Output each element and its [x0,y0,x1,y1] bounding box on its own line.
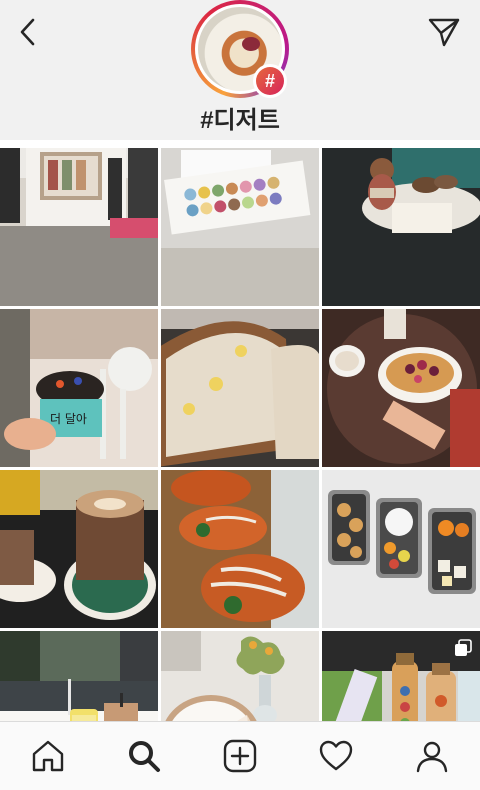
hashtag-title: #디저트 [200,107,280,134]
search-icon [129,741,160,772]
post-image [322,470,480,628]
post-tile[interactable] [161,309,319,467]
post-image [322,148,480,306]
tab-activity[interactable] [312,732,360,780]
chevron-left-icon [20,18,35,46]
tab-add-post[interactable] [216,732,264,780]
header: # #디저트 [0,0,480,140]
post-tile[interactable]: 더 달아 [0,309,158,467]
back-button[interactable] [14,16,42,48]
tab-search[interactable] [120,732,168,780]
post-tile[interactable] [161,148,319,306]
post-tile[interactable] [0,148,158,306]
post-tile[interactable] [322,148,480,306]
post-grid: 더 달아 [0,148,480,789]
post-image [322,309,480,467]
tab-profile[interactable] [408,732,456,780]
tab-home[interactable] [24,732,72,780]
post-tile[interactable] [322,470,480,628]
post-image [0,148,158,306]
home-icon [32,740,64,772]
post-image [161,470,319,628]
cup-label: 더 달아 [50,412,87,426]
post-tile[interactable] [322,309,480,467]
profile-icon [416,741,448,773]
hashtag-icon: # [256,67,284,95]
hashtag-badge: # [253,64,287,98]
add-post-icon [223,739,257,773]
post-image [161,309,319,467]
post-tile[interactable] [0,470,158,628]
send-button[interactable] [426,14,462,50]
multiple-photos-icon [455,639,472,656]
paper-plane-icon [428,18,460,47]
bottom-tab-bar [0,721,480,790]
post-image [161,148,319,306]
post-image: 더 달아 [0,309,158,467]
activity-heart-icon [319,740,353,771]
post-image [0,470,158,628]
post-tile[interactable] [161,470,319,628]
